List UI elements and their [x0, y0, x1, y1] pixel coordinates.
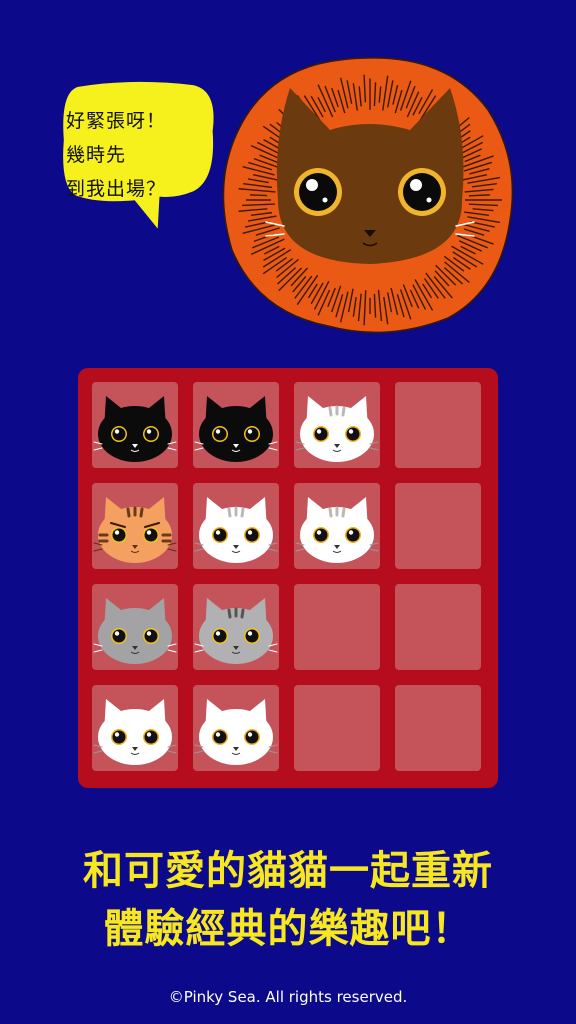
board-cell[interactable] [294, 382, 380, 468]
board-cell[interactable] [193, 382, 279, 468]
board-cell[interactable] [395, 685, 481, 771]
speech-line-1: 好緊張呀！ [66, 110, 167, 132]
hero-cat-icon [222, 57, 514, 334]
speech-line-2: 幾時先 [66, 144, 127, 166]
board-cell[interactable] [193, 483, 279, 569]
white-gray-tabby-cat-icon [295, 396, 379, 462]
board-cell[interactable] [395, 483, 481, 569]
board-cell[interactable] [92, 382, 178, 468]
board-cell[interactable] [395, 584, 481, 670]
board-cell[interactable] [294, 685, 380, 771]
orange-tabby-cat-icon [93, 497, 177, 563]
black-cat-icon [93, 396, 177, 462]
copyright-text: ©Pinky Sea. All rights reserved. [168, 988, 408, 1006]
board-cell[interactable] [294, 584, 380, 670]
board-cell[interactable] [92, 685, 178, 771]
white-cat-icon [194, 699, 278, 765]
gray-tabby-cat-icon [194, 598, 278, 664]
game-board [78, 368, 498, 788]
white-gray-tabby-cat-icon [194, 497, 278, 563]
white-cat-icon [93, 699, 177, 765]
board-cell[interactable] [92, 483, 178, 569]
game-screen: 好緊張呀！ 幾時先 到我出場？ 和可愛的貓貓一起重新 體驗經典的樂趣吧！ ©Pi… [0, 0, 576, 1024]
black-cat-icon [194, 396, 278, 462]
tagline-line-1: 和可愛的貓貓一起重新 [83, 848, 493, 894]
board-cell[interactable] [92, 584, 178, 670]
board-cell[interactable] [294, 483, 380, 569]
white-gray-tabby-cat-icon [295, 497, 379, 563]
board-cell[interactable] [193, 584, 279, 670]
gray-cat-icon [93, 598, 177, 664]
board-cell[interactable] [395, 382, 481, 468]
speech-text: 好緊張呀！ 幾時先 到我出場？ [66, 104, 216, 206]
speech-line-3: 到我出場？ [66, 178, 167, 200]
tagline-line-2: 體驗經典的樂趣吧！ [103, 906, 473, 952]
board-cell[interactable] [193, 685, 279, 771]
